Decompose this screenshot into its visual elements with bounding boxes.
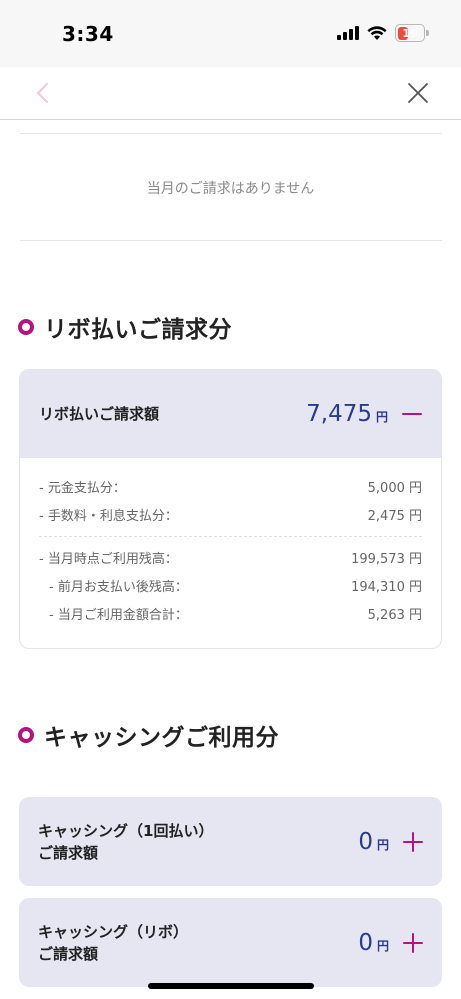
close-icon[interactable] <box>405 80 431 106</box>
home-indicator[interactable] <box>148 983 314 989</box>
row-value: 194,310 円 <box>351 579 422 595</box>
amount-unit: 円 <box>376 837 389 852</box>
card-body: - 元金支払分： 5,000 円 - 手数料・利息支払分： 2,475 円 - … <box>20 458 441 641</box>
cellular-signal-icon <box>337 26 359 40</box>
card-label-line2: ご請求額 <box>38 944 99 963</box>
chevron-left-icon[interactable] <box>30 80 56 106</box>
status-bar: 3:34 19 <box>0 0 461 67</box>
revolving-billing-card: リボ払いご請求額 7,475 円 - 元金支払分： 5,000 円 - 手数料・… <box>19 369 442 649</box>
card-label-line1: キャッシング（リボ） <box>38 922 189 941</box>
section-title: キャッシングご利用分 <box>44 725 279 751</box>
amount-display: 0 円 <box>358 930 423 956</box>
row-label: - 当月ご利用金額合計： <box>49 607 188 623</box>
amount-unit: 円 <box>376 938 389 953</box>
status-time: 3:34 <box>62 22 114 46</box>
card-header[interactable]: リボ払いご請求額 7,475 円 <box>20 370 441 458</box>
ring-bullet-icon <box>18 727 34 743</box>
card-header[interactable]: キャッシング（リボ） ご請求額 0 円 <box>19 898 442 987</box>
section-title: リボ払いご請求分 <box>44 317 232 343</box>
section-heading-cashing: キャッシングご利用分 <box>18 718 279 752</box>
card-header[interactable]: キャッシング（1回払い） ご請求額 0 円 <box>19 797 442 886</box>
amount-display: 7,475 円 <box>306 401 422 427</box>
plus-icon[interactable] <box>403 932 423 953</box>
card-label-line1: キャッシング（1回払い） <box>38 821 214 840</box>
card-header-label: キャッシング（1回払い） ご請求額 <box>38 820 213 864</box>
amount-value: 7,475 <box>306 401 372 427</box>
card-header-label: キャッシング（リボ） ご請求額 <box>38 921 188 965</box>
divider <box>20 240 442 241</box>
row-value: 5,000 円 <box>367 480 422 496</box>
divider <box>20 133 442 134</box>
row-value: 199,573 円 <box>351 551 422 567</box>
cashing-revolving-card[interactable]: キャッシング（リボ） ご請求額 0 円 <box>19 898 442 987</box>
amount-value: 0 <box>358 828 373 855</box>
detail-row: - 手数料・利息支払分： 2,475 円 <box>39 500 422 528</box>
amount-unit: 円 <box>375 410 388 424</box>
amount-value: 0 <box>358 929 373 956</box>
section-heading-revolving: リボ払いご請求分 <box>18 310 232 344</box>
row-label: - 前月お支払い後残高： <box>49 579 188 595</box>
plus-icon[interactable] <box>403 831 423 852</box>
battery-level: 19 <box>402 26 418 40</box>
ring-bullet-icon <box>18 319 34 335</box>
cashing-lump-sum-card[interactable]: キャッシング（1回払い） ご請求額 0 円 <box>19 797 442 886</box>
detail-row: - 元金支払分： 5,000 円 <box>39 472 422 500</box>
row-value: 5,263 円 <box>367 607 422 623</box>
battery-icon: 19 <box>395 24 429 42</box>
row-label: - 元金支払分： <box>39 480 126 496</box>
detail-row: - 前月お支払い後残高： 194,310 円 <box>39 571 422 599</box>
minus-icon[interactable] <box>402 404 422 424</box>
row-label: - 手数料・利息支払分： <box>39 508 178 524</box>
row-value: 2,475 円 <box>367 508 422 524</box>
wifi-icon <box>367 25 387 40</box>
amount-display: 0 円 <box>358 829 423 855</box>
detail-row: - 当月ご利用金額合計： 5,263 円 <box>39 599 422 627</box>
row-label: - 当月時点ご利用残高： <box>39 551 178 567</box>
row-separator <box>39 536 422 537</box>
no-billing-message: 当月のご請求はありません <box>146 181 315 197</box>
card-label-line2: ご請求額 <box>38 843 99 862</box>
detail-row: - 当月時点ご利用残高： 199,573 円 <box>39 543 422 571</box>
card-header-label: リボ払いご請求額 <box>39 405 160 423</box>
status-icons: 19 <box>337 24 429 42</box>
nav-bar <box>0 67 461 120</box>
